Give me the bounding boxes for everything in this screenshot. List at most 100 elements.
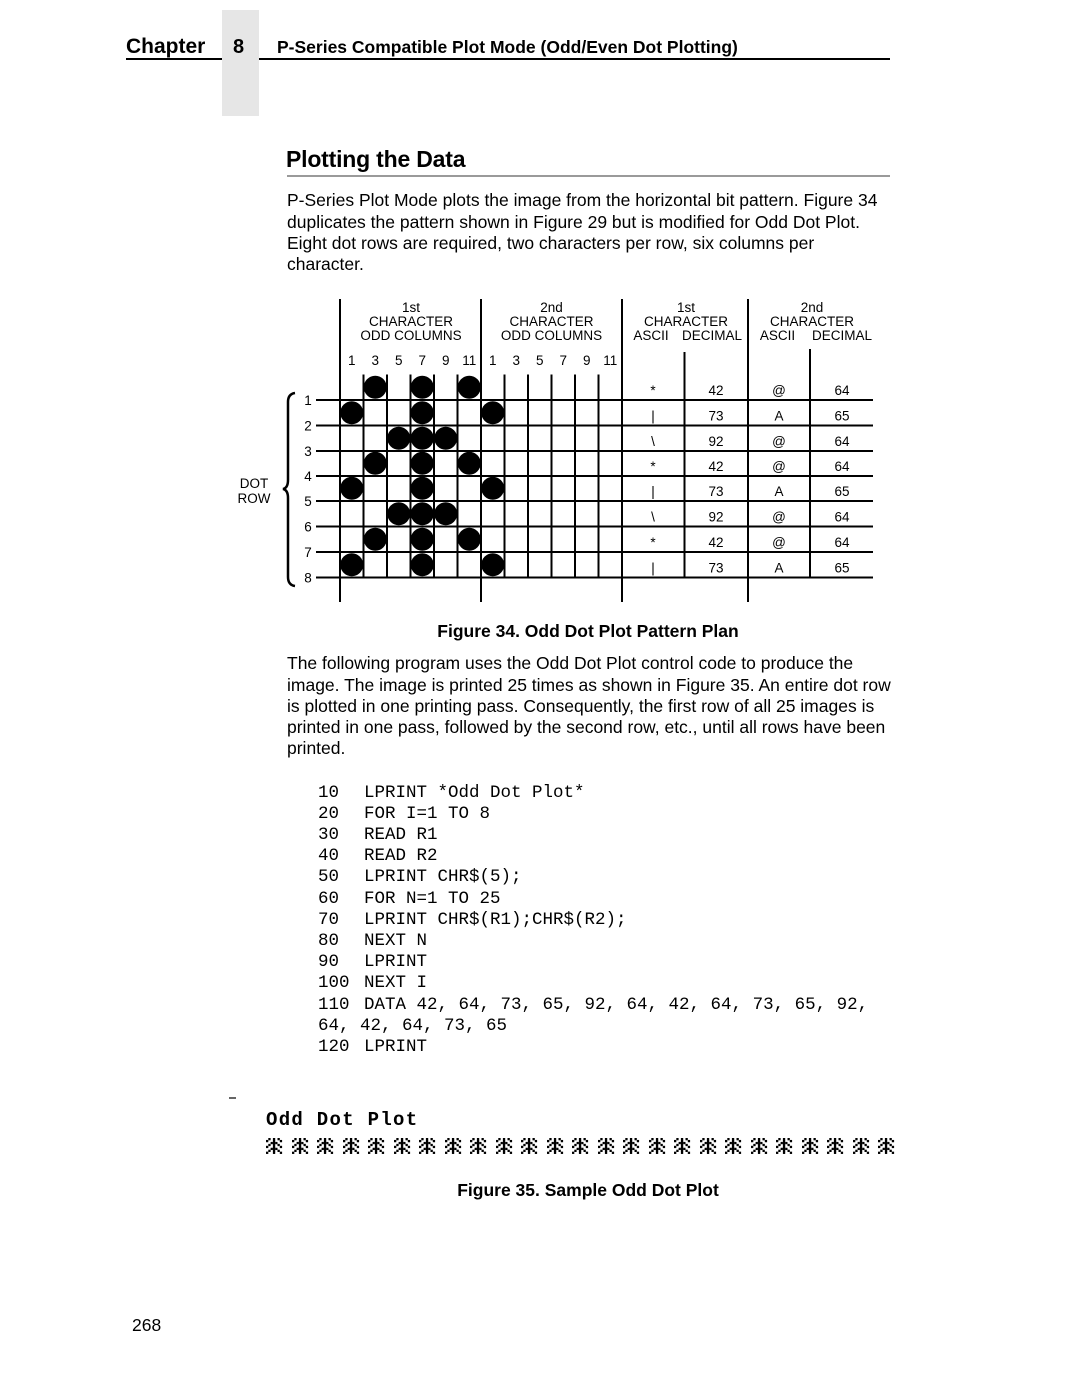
code-text: READ R1 (364, 825, 438, 846)
glyph-dot (266, 1139, 269, 1143)
glyph-dot (810, 1141, 813, 1145)
glyph-dot (423, 1147, 426, 1151)
glyph-dot (634, 1143, 637, 1147)
glyph-dot (581, 1147, 584, 1151)
glyph-dot (706, 1151, 709, 1154)
glyph-dot (576, 1141, 579, 1145)
glyph-dot (381, 1145, 385, 1149)
glyph-dot (789, 1151, 793, 1154)
glyph-dot (701, 1143, 705, 1147)
plotted-dot (481, 476, 505, 500)
code-text: DATA 42, 64, 73, 65, 92, 64, 42, 64, 73,… (364, 994, 869, 1015)
plotted-dot (340, 476, 364, 500)
glyph-dot (379, 1149, 382, 1152)
glyph-dot (296, 1141, 299, 1145)
glyph-dot (864, 1138, 867, 1141)
glyph-dot (685, 1138, 688, 1141)
page-number: 268 (132, 1315, 162, 1336)
glyph-dot (713, 1145, 716, 1149)
decimal-value-1st: 92 (708, 434, 723, 449)
glyph-dot (351, 1141, 354, 1145)
glyph-dot (778, 1138, 781, 1141)
intro-paragraph: P-Series Plot Mode plots the image from … (287, 190, 877, 275)
plotted-glyph (368, 1138, 385, 1154)
glyph-dot (319, 1149, 322, 1152)
glyph-dot (523, 1138, 526, 1141)
glyph-dot (574, 1143, 577, 1147)
glyph-dot (803, 1138, 807, 1141)
decimal-value-1st: 42 (708, 383, 723, 398)
glyph-dot (500, 1141, 503, 1145)
plotted-dot (387, 502, 411, 526)
glyph-dot (810, 1147, 813, 1151)
glyph-dot (708, 1147, 711, 1151)
glyph-dot (725, 1139, 728, 1143)
glyph-dot (602, 1147, 605, 1151)
line-number: 50 (318, 867, 340, 888)
glyph-dot (650, 1143, 654, 1147)
ascii2-ascii-header: ASCII (760, 328, 795, 343)
glyph-dot (662, 1151, 665, 1154)
glyph-dot (317, 1139, 320, 1143)
glyph-dot (648, 1139, 651, 1143)
dot-row-label: ROW (238, 491, 271, 506)
manual-page: Chapter 8 P-Series Compatible Plot Mode … (0, 0, 1080, 1397)
ascii-char-1st: * (650, 383, 656, 398)
glyph-dot (521, 1139, 524, 1143)
glyph-dot (303, 1138, 306, 1141)
glyph-dot (421, 1149, 424, 1152)
glyph-dot (354, 1149, 357, 1152)
glyph-dot (497, 1143, 501, 1147)
glyph-dot (368, 1145, 371, 1149)
glyph-dot (655, 1151, 658, 1154)
decimal-value-1st: 73 (708, 484, 723, 499)
glyph-dot (351, 1147, 354, 1151)
glyph-dot (762, 1149, 765, 1152)
glyph-dot (400, 1151, 403, 1154)
glyph-dot (859, 1151, 862, 1154)
glyph-dot (776, 1145, 779, 1149)
ascii-char-1st: * (650, 535, 656, 550)
glyph-dot (840, 1139, 844, 1143)
glyph-dot (699, 1139, 702, 1143)
plotted-dot (410, 527, 434, 551)
glyph-dot (481, 1138, 484, 1141)
glyph-dot (479, 1147, 482, 1151)
plotted-dot (410, 451, 434, 475)
glyph-dot (683, 1147, 686, 1151)
glyph-dot (815, 1145, 818, 1149)
glyph-dot (599, 1143, 603, 1147)
glyph-dot (300, 1147, 303, 1151)
glyph-dot (878, 1151, 881, 1154)
plotted-dot (410, 502, 434, 526)
glyph-dot (381, 1151, 385, 1154)
glyph-dot (444, 1145, 447, 1149)
odd-column-number: 1 (489, 353, 497, 368)
glyph-dot (887, 1147, 890, 1151)
glyph-dot (625, 1143, 628, 1147)
glyph-dot (653, 1141, 656, 1145)
odd-column-number: 1 (348, 353, 356, 368)
ascii-char-1st: * (650, 459, 656, 474)
plotted-glyph (572, 1138, 589, 1154)
glyph-dot (546, 1151, 549, 1154)
glyph-dot (829, 1138, 832, 1141)
glyph-dot (374, 1151, 378, 1154)
glyph-dot (548, 1149, 552, 1152)
plotted-dot (481, 553, 505, 577)
glyph-dot (347, 1141, 350, 1145)
glyph-dot (328, 1149, 331, 1152)
plotted-glyph (393, 1138, 410, 1154)
glyph-dot (813, 1149, 816, 1152)
glyph-dot (891, 1151, 895, 1154)
glyph-dot (451, 1151, 454, 1154)
glyph-dot (750, 1151, 753, 1154)
glyph-dot (291, 1139, 294, 1143)
glyph-dot (864, 1149, 867, 1152)
glyph-dot (759, 1147, 762, 1151)
plotted-dot (387, 426, 411, 450)
glyph-dot (738, 1151, 742, 1154)
glyph-dot (636, 1139, 640, 1143)
ascii-char-2nd: A (774, 484, 783, 499)
glyph-dot (368, 1139, 371, 1143)
